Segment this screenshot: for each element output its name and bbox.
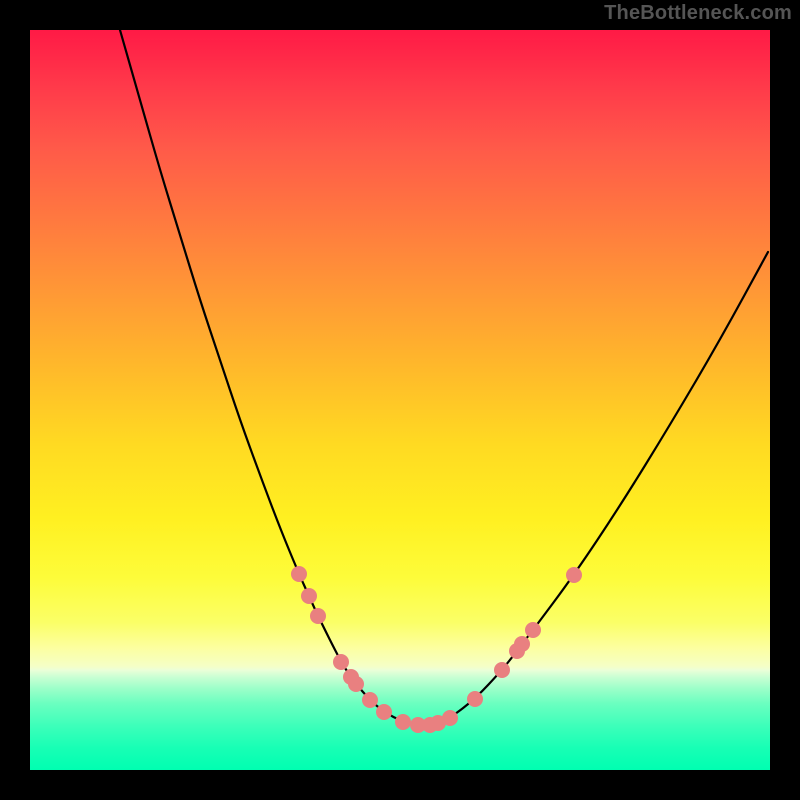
marker-dot <box>291 566 307 582</box>
marker-dot <box>494 662 510 678</box>
plot-area <box>30 30 770 770</box>
marker-dot <box>525 622 541 638</box>
chart-frame: TheBottleneck.com <box>0 0 800 800</box>
bottleneck-curve <box>120 30 768 725</box>
watermark-text: TheBottleneck.com <box>604 2 792 25</box>
marker-dot <box>301 588 317 604</box>
marker-dot <box>310 608 326 624</box>
marker-dot <box>333 654 349 670</box>
marker-dot <box>467 691 483 707</box>
marker-dot <box>362 692 378 708</box>
marker-dot <box>376 704 392 720</box>
marker-dot <box>395 714 411 730</box>
marker-dot <box>442 710 458 726</box>
marker-dot <box>348 676 364 692</box>
marker-dot <box>514 636 530 652</box>
curve-svg <box>30 30 770 770</box>
marker-dot <box>566 567 582 583</box>
